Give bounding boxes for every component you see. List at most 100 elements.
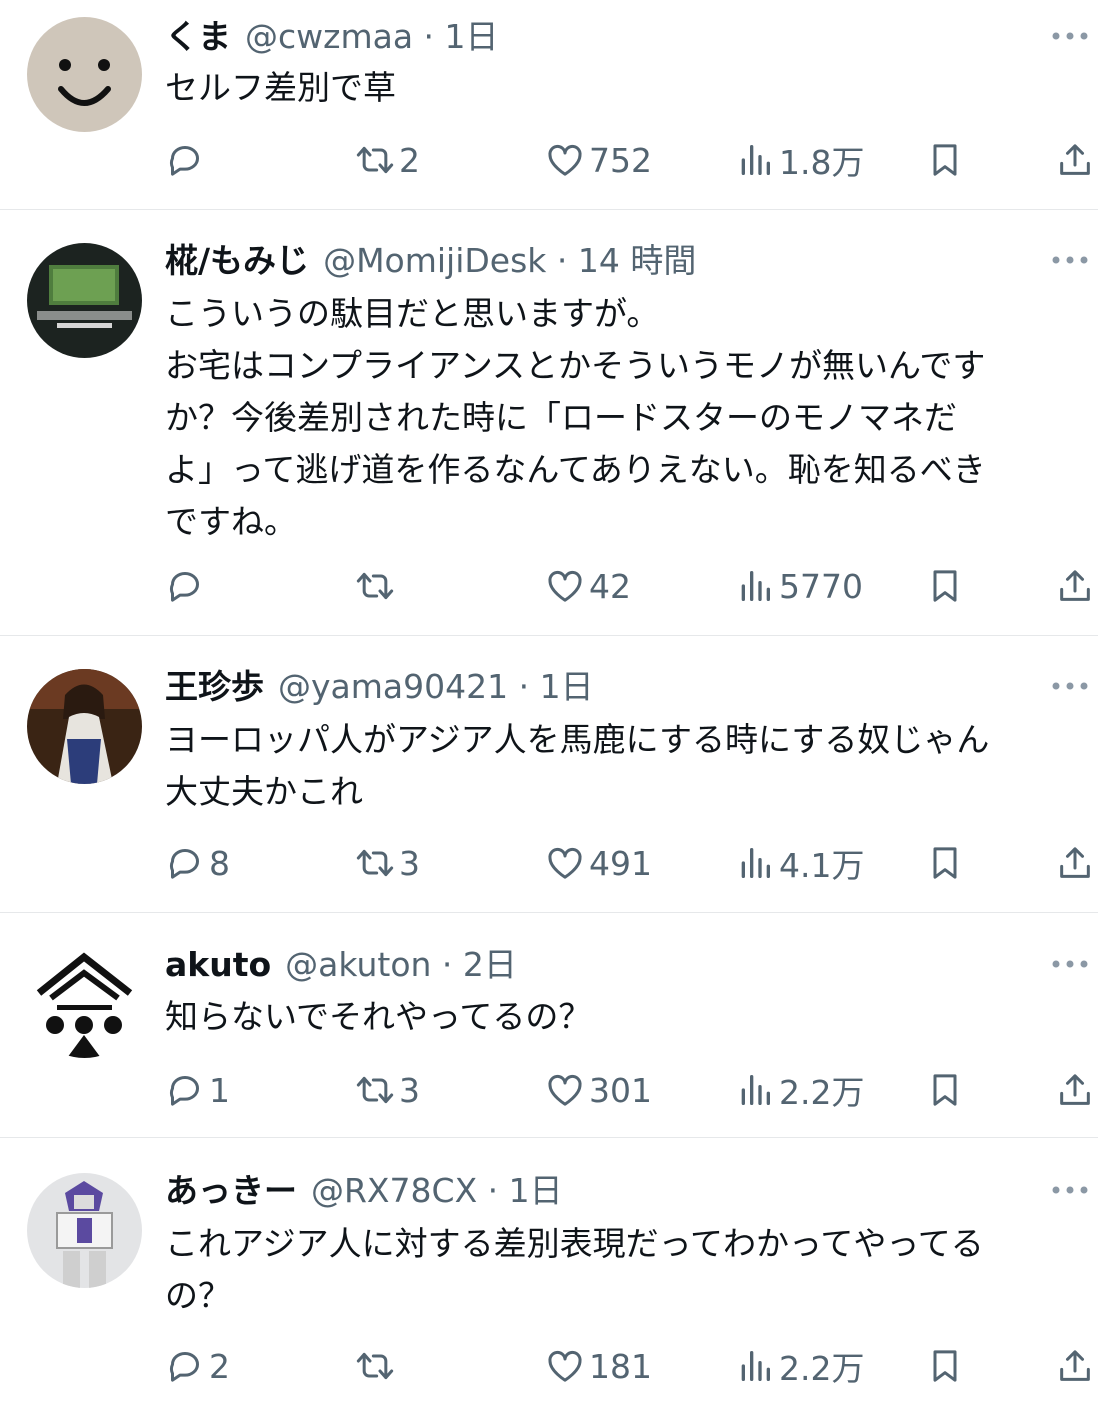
tweet-text-line: ヨーロッパ人がアジア人を馬鹿にする時にする奴じゃん — [165, 720, 990, 759]
timestamp[interactable]: 1日 — [509, 1171, 563, 1210]
reply-button[interactable]: 2 — [165, 1341, 230, 1391]
bookmark-button[interactable] — [925, 561, 965, 611]
like-button[interactable]: 752 — [545, 135, 652, 185]
share-icon — [1060, 847, 1090, 878]
avatar[interactable] — [27, 1173, 142, 1288]
separator-dot: · — [508, 667, 540, 706]
robot-figure-avatar-icon — [27, 1173, 142, 1288]
display-name[interactable]: 王珍歩 — [165, 667, 264, 706]
tweet-text-line: か？今後差別された時に「ロードスターのモノマネだ — [165, 398, 957, 437]
like-count: 491 — [589, 843, 652, 883]
action-bar: 2 752 1.8万 — [0, 135, 1098, 185]
retweet-button[interactable] — [355, 1341, 399, 1391]
retweet-button[interactable]: 2 — [355, 135, 420, 185]
view-count: 4.1万 — [779, 846, 865, 885]
views-button[interactable]: 1.8万 — [735, 135, 864, 185]
tweet-header: あっきー @RX78CX · 1日 — [165, 1166, 1018, 1216]
view-count: 1.8万 — [779, 143, 865, 182]
timestamp[interactable]: 1日 — [540, 667, 594, 706]
views-button[interactable]: 2.2万 — [735, 1341, 864, 1391]
tweet[interactable]: くま @cwzmaa · 1日 セルフ差別で草 2 752 1.8万 — [0, 0, 1098, 210]
bookmark-button[interactable] — [925, 1341, 965, 1391]
tweet-text: セルフ差別で草 — [165, 62, 1080, 114]
views-button[interactable]: 2.2万 — [735, 1065, 864, 1115]
tweet[interactable]: あっきー @RX78CX · 1日 これアジア人に対する差別表現だってわかってやっ… — [0, 1138, 1098, 1413]
user-handle[interactable]: @akuton — [285, 945, 431, 984]
display-name[interactable]: くま — [165, 17, 231, 56]
reply-button[interactable]: 8 — [165, 838, 230, 888]
display-name[interactable]: akuto — [165, 945, 271, 984]
more-icon[interactable] — [1050, 1180, 1090, 1200]
share-icon — [1060, 144, 1090, 175]
display-name[interactable]: 椛/もみじ — [165, 241, 309, 280]
timestamp[interactable]: 14 時間 — [578, 241, 696, 280]
share-button[interactable] — [1055, 1341, 1095, 1391]
user-handle[interactable]: @yama90421 — [278, 667, 508, 706]
views-icon — [741, 145, 770, 175]
bear-avatar-icon — [27, 17, 142, 132]
retweet-icon — [356, 1352, 394, 1380]
like-button[interactable]: 42 — [545, 561, 631, 611]
avatar[interactable] — [27, 17, 142, 132]
bookmark-icon — [933, 1074, 957, 1106]
crest-emblem-avatar-icon — [27, 943, 142, 1058]
retweet-button[interactable]: 3 — [355, 838, 420, 888]
like-count: 301 — [589, 1070, 652, 1110]
share-button[interactable] — [1055, 561, 1095, 611]
reply-feed: くま @cwzmaa · 1日 セルフ差別で草 2 752 1.8万 椛/もみじ… — [0, 0, 1098, 1413]
reply-icon — [169, 1352, 199, 1382]
more-icon[interactable] — [1050, 954, 1090, 974]
tweet[interactable]: 王珍歩 @yama90421 · 1日 ヨーロッパ人がアジア人を馬鹿にする時にする… — [0, 636, 1098, 913]
action-bar: 2 181 2.2万 — [0, 1341, 1098, 1391]
retweet-count: 3 — [399, 1070, 420, 1110]
tweet[interactable]: 椛/もみじ @MomijiDesk · 14 時間 こういうの駄目だと思いますが。… — [0, 210, 1098, 636]
retweet-button[interactable] — [355, 561, 399, 611]
more-icon[interactable] — [1050, 676, 1090, 696]
like-button[interactable]: 181 — [545, 1341, 652, 1391]
tweet-text: こういうの駄目だと思いますが。 お宅はコンプライアンスとかそういうモノが無いんで… — [165, 288, 1080, 548]
views-button[interactable]: 5770 — [735, 561, 863, 611]
tweet-text-line: セルフ差別で草 — [165, 68, 396, 107]
like-button[interactable]: 301 — [545, 1065, 652, 1115]
separator-dot: · — [431, 945, 463, 984]
more-icon[interactable] — [1050, 26, 1090, 46]
reply-button[interactable] — [165, 561, 209, 611]
bookmark-button[interactable] — [925, 1065, 965, 1115]
reply-icon — [169, 1076, 199, 1106]
more-icon[interactable] — [1050, 250, 1090, 270]
avatar[interactable] — [27, 669, 142, 784]
reply-count: 8 — [209, 843, 230, 883]
reply-icon — [169, 146, 199, 176]
reply-button[interactable]: 1 — [165, 1065, 230, 1115]
display-name[interactable]: あっきー — [165, 1171, 297, 1210]
user-handle[interactable]: @cwzmaa — [245, 17, 413, 56]
separator-dot: · — [546, 241, 578, 280]
retweet-icon — [356, 849, 394, 877]
reply-icon — [169, 572, 199, 602]
views-button[interactable]: 4.1万 — [735, 838, 864, 888]
heart-icon — [548, 144, 582, 176]
tweet-text-line: の？ — [165, 1276, 231, 1315]
bookmark-icon — [933, 847, 957, 879]
reply-button[interactable] — [165, 135, 209, 185]
share-button[interactable] — [1055, 135, 1095, 185]
user-handle[interactable]: @RX78CX — [311, 1171, 477, 1210]
tweet-text-line: 知らないでそれやってるの？ — [165, 997, 592, 1036]
share-button[interactable] — [1055, 838, 1095, 888]
separator-dot: · — [413, 17, 445, 56]
user-handle[interactable]: @MomijiDesk — [323, 241, 546, 280]
tweet-text: これアジア人に対する差別表現だってわかってやってる の？ — [165, 1218, 1080, 1322]
bookmark-button[interactable] — [925, 135, 965, 185]
tweet[interactable]: akuto @akuton · 2日 知らないでそれやってるの？ 1 3 301 — [0, 913, 1098, 1138]
bookmark-button[interactable] — [925, 838, 965, 888]
avatar[interactable] — [27, 243, 142, 358]
retweet-icon — [356, 1076, 394, 1104]
timestamp[interactable]: 1日 — [445, 17, 499, 56]
views-icon — [741, 1351, 770, 1381]
share-button[interactable] — [1055, 1065, 1095, 1115]
timestamp[interactable]: 2日 — [463, 945, 517, 984]
avatar[interactable] — [27, 943, 142, 1058]
retweet-button[interactable]: 3 — [355, 1065, 420, 1115]
tweet-text: ヨーロッパ人がアジア人を馬鹿にする時にする奴じゃん 大丈夫かこれ — [165, 714, 1080, 818]
like-button[interactable]: 491 — [545, 838, 652, 888]
